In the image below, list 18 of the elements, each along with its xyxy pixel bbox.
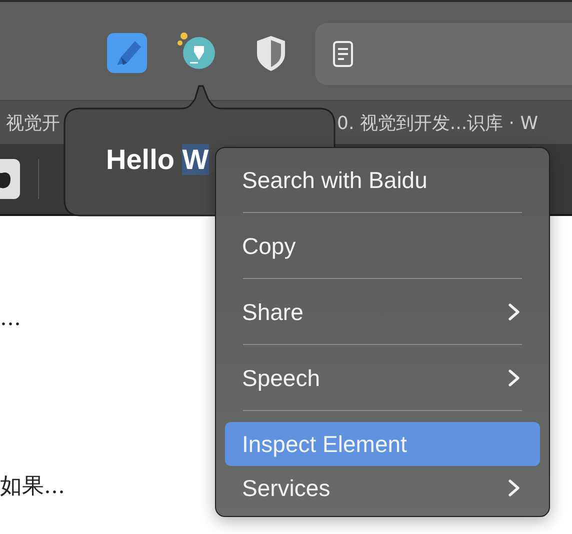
shield-icon[interactable] xyxy=(255,34,287,72)
page-text: ... xyxy=(0,306,21,331)
address-field[interactable] xyxy=(315,23,572,85)
menu-item[interactable]: Search with Baidu xyxy=(225,158,540,202)
chevron-icon xyxy=(508,369,520,387)
menu-item[interactable]: Copy xyxy=(225,224,540,268)
tab[interactable]: 0. 视觉到开发...识库 · W xyxy=(337,110,538,134)
menu-item[interactable]: Inspect Element xyxy=(225,422,540,466)
pen-icon[interactable] xyxy=(177,30,217,72)
chevron-icon xyxy=(508,479,520,497)
chevron-icon xyxy=(508,303,520,321)
menu-item[interactable]: Speech xyxy=(225,356,540,400)
menu-item[interactable]: Share xyxy=(225,290,540,334)
reader-icon[interactable] xyxy=(333,41,353,67)
popover-text: Hello W xyxy=(106,144,209,176)
page-text: 如果... xyxy=(0,473,65,501)
menu-item[interactable]: Services xyxy=(225,466,540,510)
tab[interactable]: 视觉开 xyxy=(6,110,60,134)
